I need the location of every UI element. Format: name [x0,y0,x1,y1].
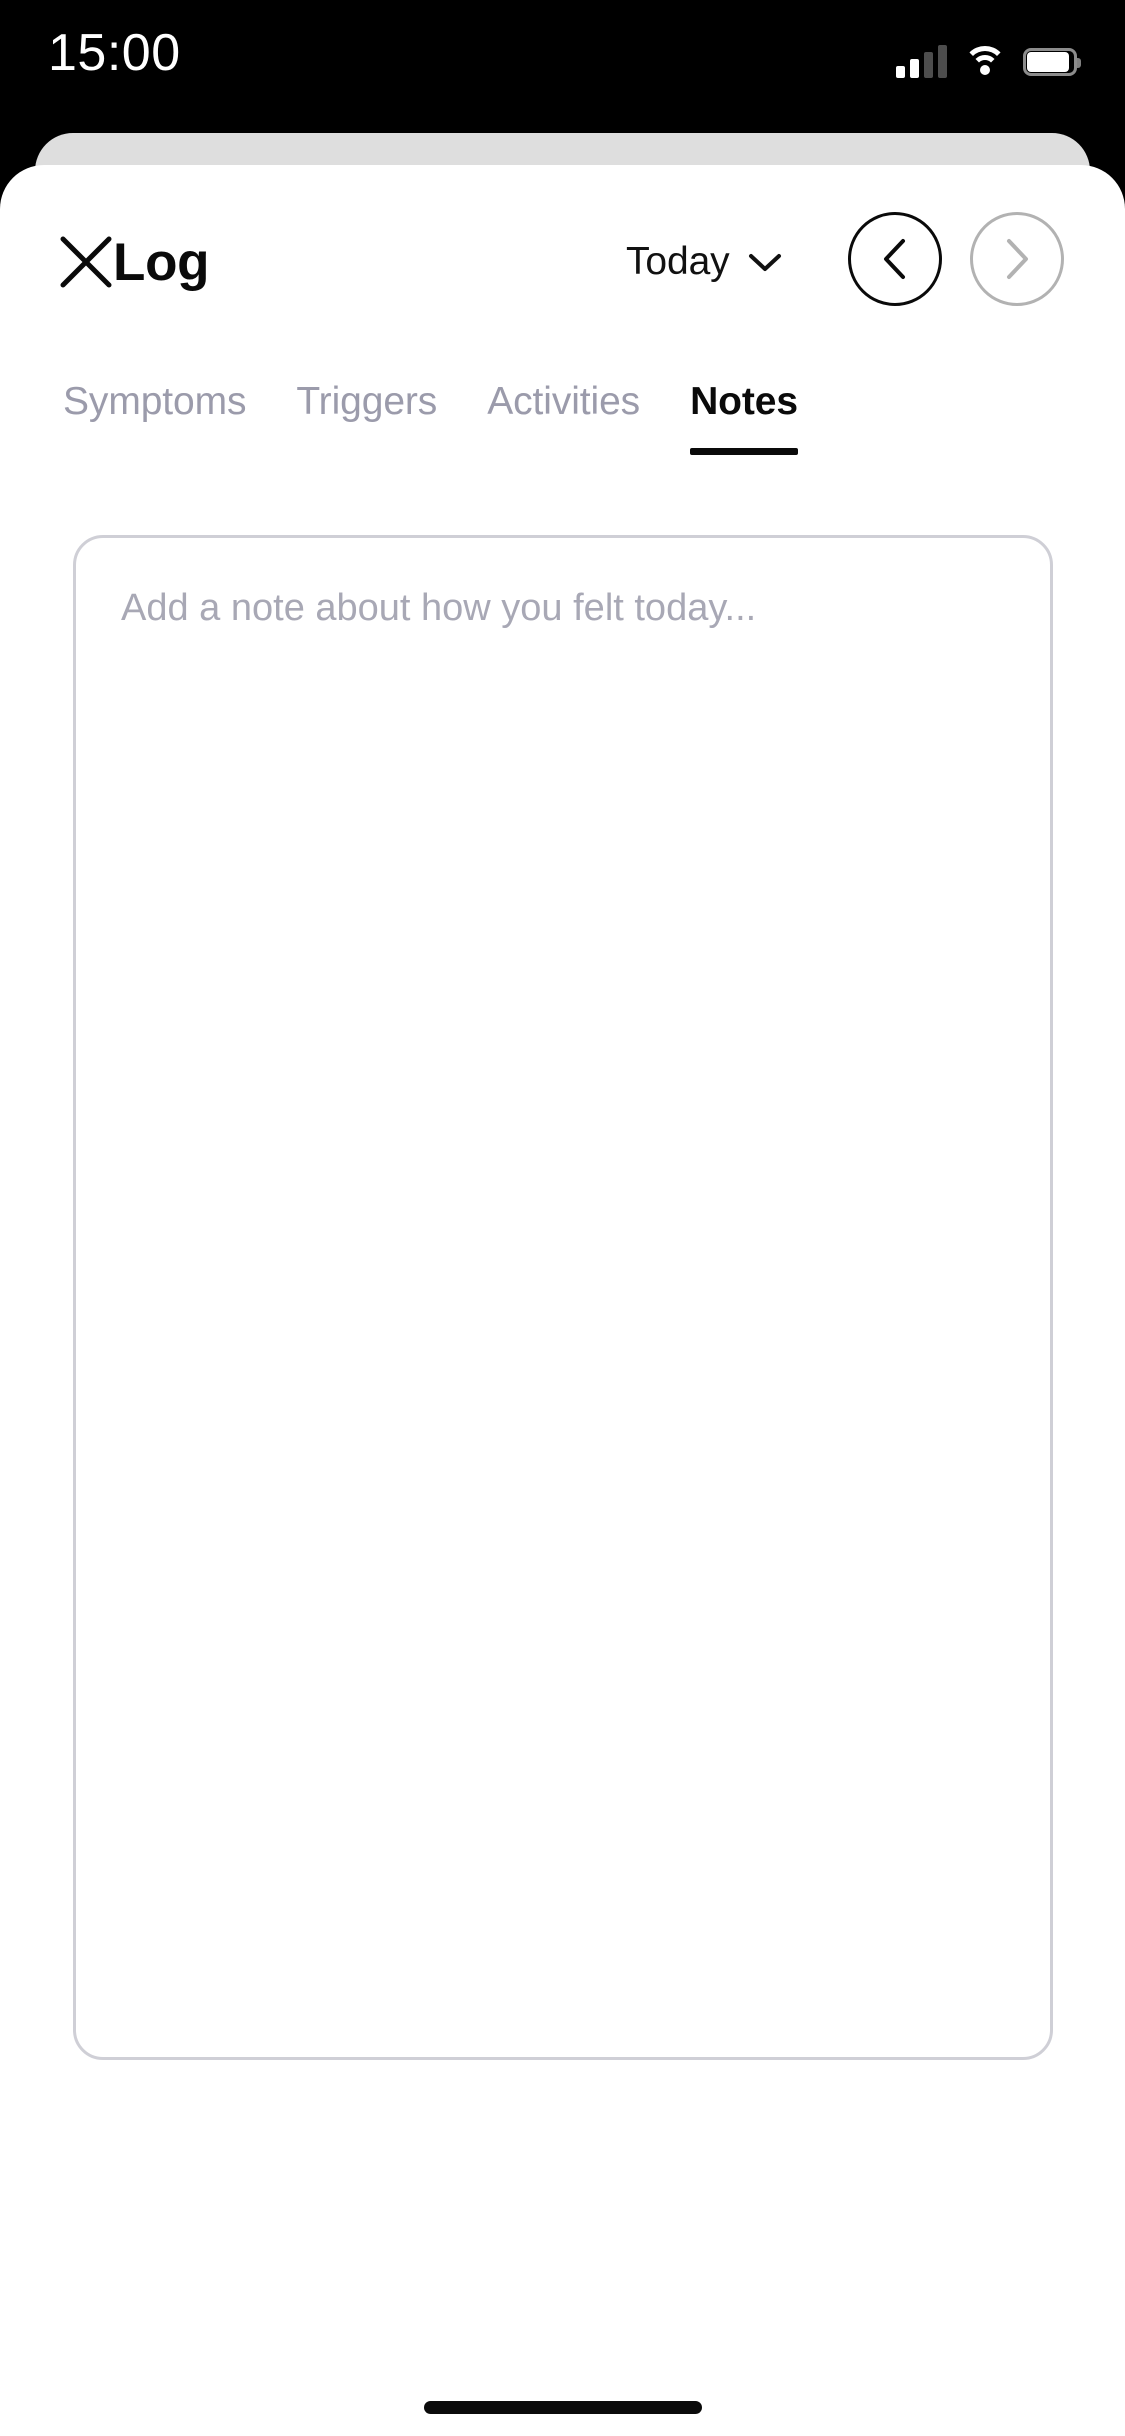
note-input[interactable] [73,535,1053,2060]
page-title: Log [113,232,210,292]
close-icon [60,236,112,288]
home-indicator [423,2401,702,2414]
tab-notes[interactable]: Notes [665,375,823,471]
tab-triggers[interactable]: Triggers [271,375,462,471]
chevron-right-icon [1007,239,1028,279]
status-bar: 15:00 [0,0,1125,133]
tab-symptoms[interactable]: Symptoms [38,375,271,471]
tab-label: Activities [487,380,641,423]
tab-label: Symptoms [63,380,247,423]
tab-label: Notes [690,380,798,423]
status-bar-icons [896,30,1081,78]
tab-bar: Symptoms Triggers Activities Notes [0,375,1125,485]
previous-day-button[interactable] [848,212,942,306]
phone-screen: 15:00 Log Today Symptoms Triggers Activi… [0,0,1125,2436]
tab-activities[interactable]: Activities [462,375,665,471]
sheet-header: Log Today [0,200,1125,330]
log-sheet: Log Today Symptoms Triggers Activities N… [0,165,1125,2436]
next-day-button[interactable] [970,212,1064,306]
date-selector-label: Today [626,240,730,283]
chevron-left-icon [884,239,905,279]
date-selector[interactable]: Today [626,230,782,294]
active-tab-indicator [690,448,798,455]
wifi-icon [963,44,1007,78]
cellular-signal-icon [896,44,947,78]
status-bar-time: 15:00 [48,24,181,82]
tab-label: Triggers [296,380,438,423]
battery-icon [1023,48,1081,78]
chevron-down-icon [748,254,781,271]
